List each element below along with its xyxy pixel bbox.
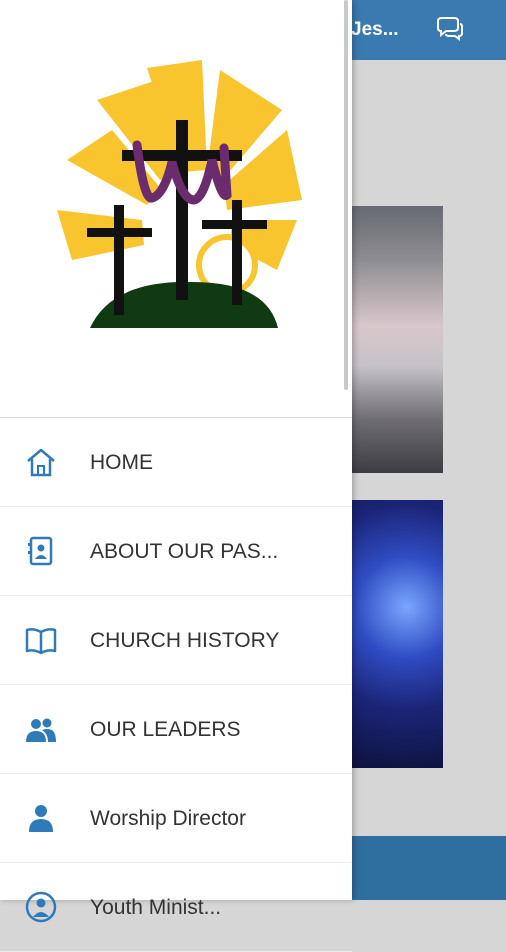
menu-item-label: CHURCH HISTORY xyxy=(90,629,280,652)
menu-item-label: HOME xyxy=(90,451,153,474)
chat-bubbles-icon[interactable] xyxy=(434,15,464,43)
person-icon xyxy=(24,801,58,835)
menu-item-home[interactable]: HOME xyxy=(0,418,352,507)
three-crosses-sunrise-logo xyxy=(52,60,312,330)
menu-item-church-history[interactable]: CHURCH HISTORY xyxy=(0,596,352,685)
menu-item-about-pastor[interactable]: ABOUT OUR PAS... xyxy=(0,507,352,596)
contact-card-icon xyxy=(24,534,58,568)
menu-item-worship-director[interactable]: Worship Director xyxy=(0,774,352,863)
menu-item-label: Worship Director xyxy=(90,807,246,830)
app-header-title[interactable]: Jes... xyxy=(351,19,399,41)
menu-item-our-leaders[interactable]: OUR LEADERS xyxy=(0,685,352,774)
menu-item-youth-ministry[interactable]: Youth Minist... xyxy=(0,863,352,952)
open-book-icon xyxy=(24,623,58,657)
drawer-header xyxy=(0,0,352,418)
people-icon xyxy=(24,712,58,746)
menu-item-label: ABOUT OUR PAS... xyxy=(90,540,279,563)
home-icon xyxy=(24,445,58,479)
church-interior-photo[interactable] xyxy=(352,206,443,473)
concert-lights-photo[interactable] xyxy=(352,500,443,768)
menu-item-label: OUR LEADERS xyxy=(90,718,241,741)
drawer-menu: HOME ABOUT OUR PAS... CHURCH HISTORY OUR… xyxy=(0,418,352,952)
drawer-scrollbar[interactable] xyxy=(344,0,348,390)
navigation-drawer: HOME ABOUT OUR PAS... CHURCH HISTORY OUR… xyxy=(0,0,352,952)
circle-user-icon xyxy=(24,890,58,924)
